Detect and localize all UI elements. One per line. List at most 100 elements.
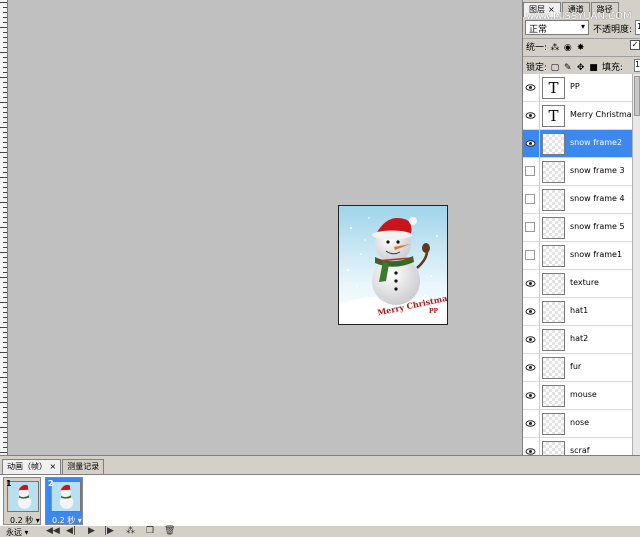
ruler-tick [3, 97, 7, 98]
ruler-tick [3, 307, 7, 308]
animation-frame[interactable]: 1 0.2 秒 ▾ [3, 477, 41, 525]
layer-row[interactable]: hat1 [523, 298, 640, 326]
layer-row[interactable]: snow frame 4 [523, 186, 640, 214]
loop-value: 永远 [6, 528, 22, 537]
layer-row[interactable]: hat2 [523, 326, 640, 354]
visibility-toggle[interactable] [523, 74, 540, 102]
eye-icon[interactable] [525, 82, 536, 93]
visibility-toggle[interactable] [523, 242, 540, 270]
opacity-input[interactable]: 10 [635, 20, 640, 35]
animation-frame[interactable]: 2 0.2 秒 ▾ [45, 477, 83, 525]
frame-thumbnail [49, 481, 81, 512]
ruler-tick [0, 452, 7, 453]
layer-row[interactable]: snow frame1 [523, 242, 640, 270]
play-icon[interactable]: ▶ [88, 526, 95, 536]
hidden-layer-box[interactable] [525, 194, 535, 204]
frame-delay-select[interactable]: 0.2 秒 ▾ [52, 515, 82, 526]
blend-mode-value: 正常 [529, 25, 548, 35]
unify-visibility-icon[interactable]: ◉ [563, 43, 573, 53]
layer-row[interactable]: snow frame2 [523, 130, 640, 158]
new-frame-icon[interactable]: ❐ [146, 526, 154, 536]
visibility-toggle[interactable] [523, 158, 540, 186]
tab-measurement-log[interactable]: 测量记录 [62, 459, 105, 474]
lock-all-icon[interactable]: ■ [589, 63, 599, 73]
visibility-toggle[interactable] [523, 102, 540, 130]
visibility-toggle[interactable] [523, 326, 540, 354]
eye-icon[interactable] [525, 278, 536, 289]
tab-animation-frames[interactable]: 动画（帧） × [2, 459, 62, 474]
unify-style-icon[interactable]: ✸ [576, 43, 586, 53]
eye-icon[interactable] [525, 334, 536, 345]
eye-icon[interactable] [525, 306, 536, 317]
ruler-tick [3, 382, 7, 383]
visibility-toggle[interactable] [523, 382, 540, 410]
ruler-tick [3, 447, 7, 448]
eye-icon[interactable] [525, 362, 536, 373]
layer-row[interactable]: T PP [523, 74, 640, 102]
visibility-toggle[interactable] [523, 354, 540, 382]
ruler-tick [3, 392, 7, 393]
ruler-tick [3, 192, 7, 193]
document-canvas[interactable]: Merry Christmas!! PP [338, 205, 448, 325]
layer-row[interactable]: T Merry Christmas!! [523, 102, 640, 130]
visibility-toggle[interactable] [523, 438, 540, 455]
ruler-tick [3, 72, 7, 73]
fill-input[interactable]: 10 [634, 59, 640, 72]
ruler-tick [3, 312, 7, 313]
eye-icon[interactable] [525, 446, 536, 455]
next-frame-icon[interactable]: |▶ [104, 526, 114, 536]
text-layer-thumbnail: T [542, 77, 565, 99]
blend-mode-select[interactable]: 正常 ▾ [525, 20, 589, 35]
ruler-tick [3, 67, 7, 68]
visibility-toggle[interactable] [523, 298, 540, 326]
canvas-area[interactable]: Merry Christmas!! PP [9, 0, 522, 455]
ruler-tick [3, 262, 7, 263]
lock-position-icon[interactable]: ✥ [576, 63, 586, 73]
visibility-toggle[interactable] [523, 186, 540, 214]
eye-icon[interactable] [525, 390, 536, 401]
ruler-tick [0, 202, 7, 203]
eye-icon[interactable] [525, 110, 536, 121]
layer-thumbnail [542, 301, 565, 323]
ruler-tick [3, 272, 7, 273]
ruler-tick [0, 302, 7, 303]
layer-row[interactable]: mouse [523, 382, 640, 410]
tween-icon[interactable]: ⁂ [126, 526, 135, 536]
lock-pixels-icon[interactable]: ✎ [563, 63, 573, 73]
delete-frame-icon[interactable]: 🗑 [164, 526, 175, 536]
propagate-checkbox[interactable]: ✓ [630, 40, 640, 50]
layer-row[interactable]: snow frame 5 [523, 214, 640, 242]
previous-frame-icon[interactable]: ◀| [66, 526, 76, 536]
scrollbar-thumb[interactable] [634, 76, 640, 116]
layer-row[interactable]: scraf [523, 438, 640, 455]
close-icon[interactable]: × [50, 462, 57, 471]
loop-select[interactable]: 永远 ▾ [6, 527, 29, 537]
ruler-tick [0, 352, 7, 353]
visibility-toggle[interactable] [523, 130, 540, 158]
layer-row[interactable]: snow frame 3 [523, 158, 640, 186]
frame-delay-select[interactable]: 0.2 秒 ▾ [10, 515, 40, 526]
visibility-toggle[interactable] [523, 214, 540, 242]
layer-row[interactable]: fur [523, 354, 640, 382]
layers-scrollbar[interactable] [632, 74, 640, 455]
ruler-tick [3, 267, 7, 268]
layer-name: snow frame 5 [570, 222, 625, 231]
ruler-tick [3, 412, 7, 413]
animation-controls: 永远 ▾ ◀◀ ◀| ▶ |▶ ⁂ ❐ 🗑 [0, 526, 640, 537]
lock-transparency-icon[interactable]: ▢ [550, 63, 560, 73]
eye-icon[interactable] [525, 138, 536, 149]
hidden-layer-box[interactable] [525, 166, 535, 176]
ruler-tick [3, 92, 7, 93]
first-frame-icon[interactable]: ◀◀ [46, 526, 60, 536]
unify-position-icon[interactable]: ⁂ [550, 43, 560, 53]
visibility-toggle[interactable] [523, 270, 540, 298]
layer-row[interactable]: nose [523, 410, 640, 438]
eye-icon[interactable] [525, 418, 536, 429]
ruler-tick [3, 362, 7, 363]
ruler-tick [3, 387, 7, 388]
layer-row[interactable]: texture [523, 270, 640, 298]
visibility-toggle[interactable] [523, 410, 540, 438]
hidden-layer-box[interactable] [525, 250, 535, 260]
chevron-down-icon: ▾ [24, 528, 29, 537]
hidden-layer-box[interactable] [525, 222, 535, 232]
